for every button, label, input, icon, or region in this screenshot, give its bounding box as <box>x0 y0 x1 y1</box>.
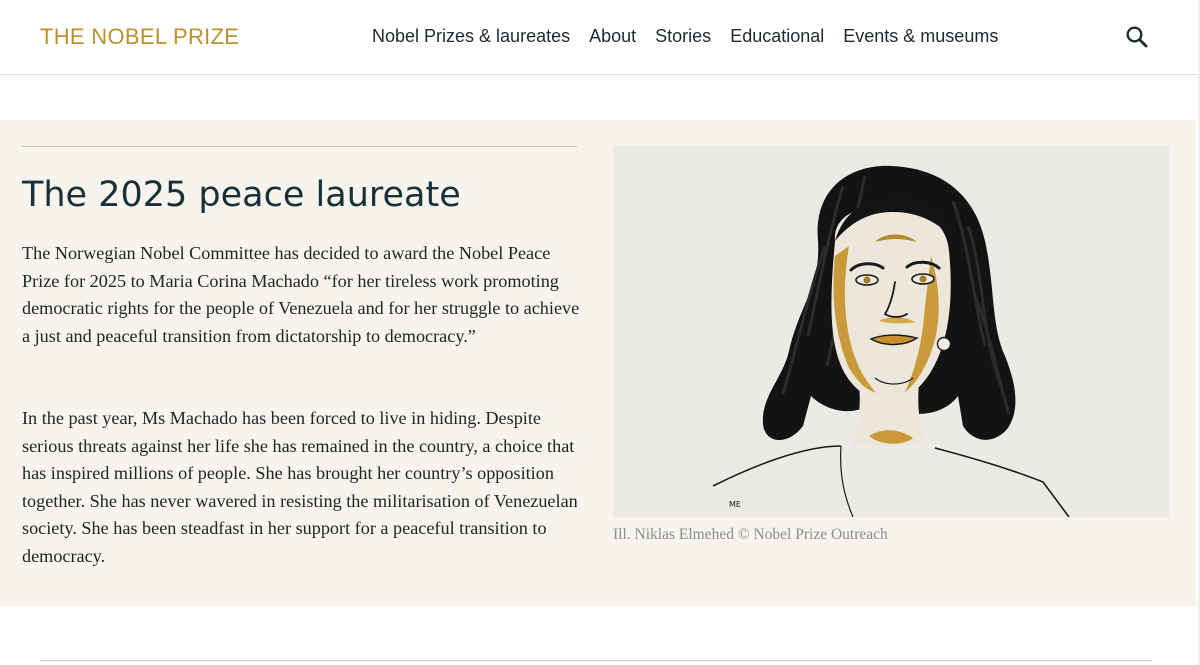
search-icon[interactable] <box>1124 24 1150 50</box>
laureate-portrait: ME <box>613 146 1169 517</box>
laureate-feature: The 2025 peace laureate The Norwegian No… <box>0 120 1196 606</box>
nav-item-educational[interactable]: Educational <box>730 26 824 47</box>
site-header: THE NOBEL PRIZE Nobel Prizes & laureates… <box>0 0 1198 75</box>
nav-item-events-museums[interactable]: Events & museums <box>843 26 998 47</box>
feature-paragraph-2: In the past year, Ms Machado has been fo… <box>22 408 578 566</box>
divider <box>22 146 577 147</box>
feature-title: The 2025 peace laureate <box>22 175 461 215</box>
feature-paragraph-1: The Norwegian Nobel Committee has decide… <box>22 243 580 346</box>
image-caption: Ill. Niklas Elmehed © Nobel Prize Outrea… <box>613 526 888 543</box>
site-logo[interactable]: THE NOBEL PRIZE <box>40 24 239 50</box>
artist-initials: ME <box>729 500 741 509</box>
nav-item-stories[interactable]: Stories <box>655 26 711 47</box>
nav-item-prizes-laureates[interactable]: Nobel Prizes & laureates <box>372 26 570 47</box>
divider <box>40 660 1152 661</box>
main-nav: Nobel Prizes & laureates About Stories E… <box>372 26 998 47</box>
nav-item-about[interactable]: About <box>589 26 636 47</box>
